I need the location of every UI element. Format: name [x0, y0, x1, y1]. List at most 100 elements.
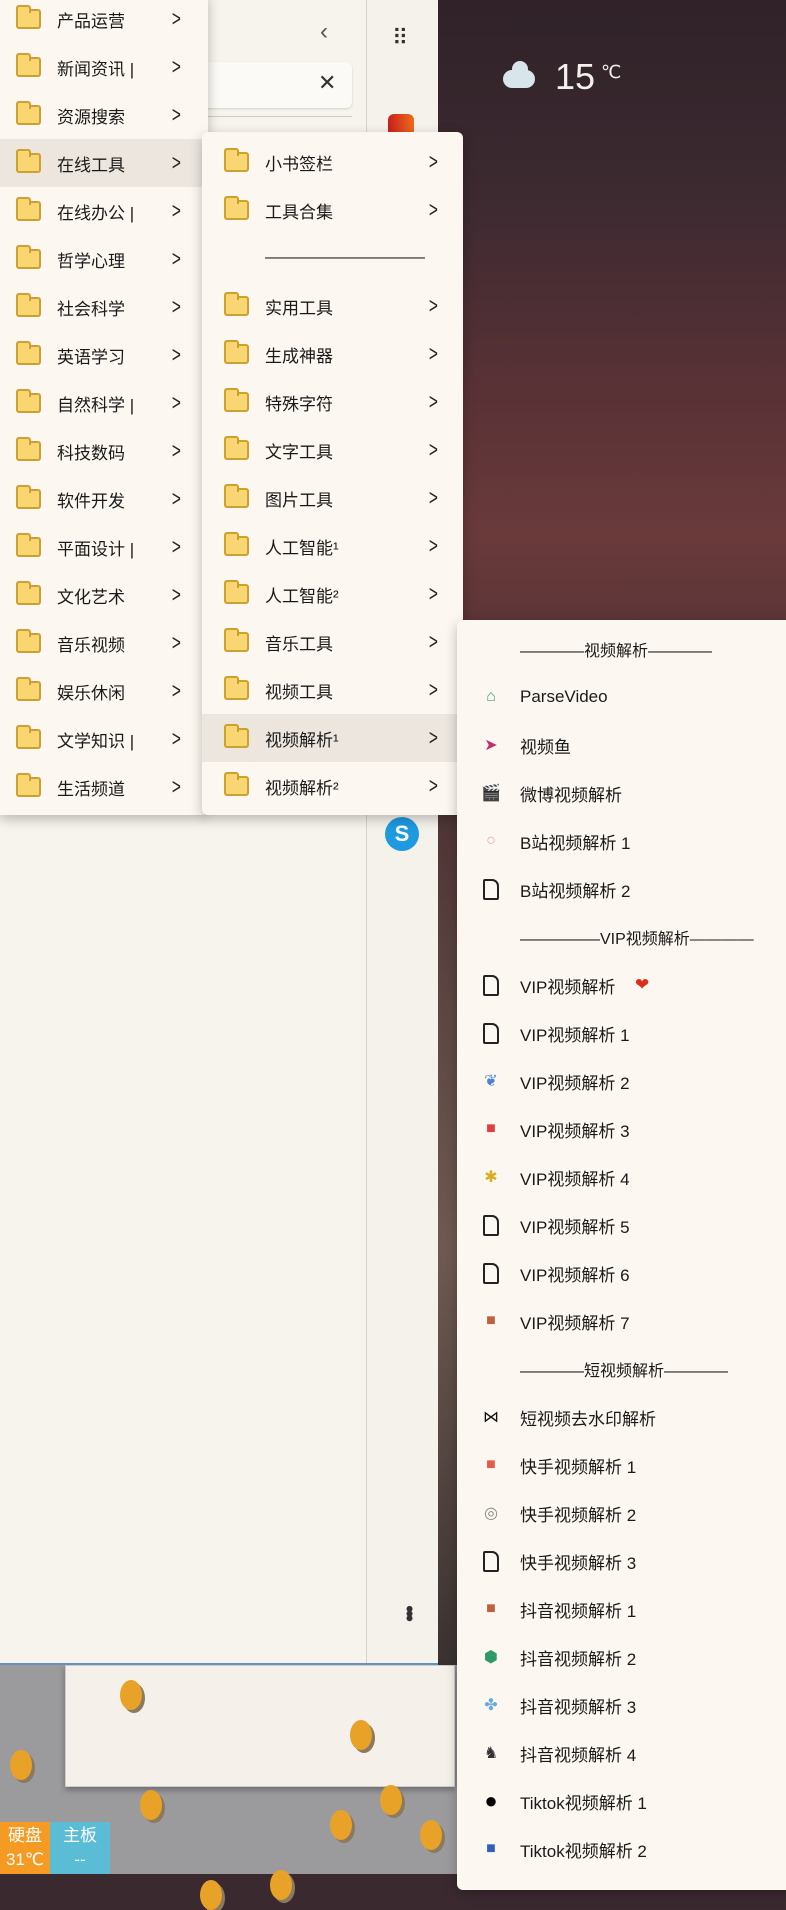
chevron-right-icon: > [171, 246, 181, 271]
submenu-item[interactable]: 实用工具 > [202, 282, 463, 330]
submenu-item[interactable]: 人工智能² > [202, 570, 463, 618]
chevron-right-icon: > [171, 534, 181, 559]
office-icon[interactable] [388, 114, 414, 132]
menu-item[interactable]: 音乐视频 > [0, 619, 208, 667]
submenu-item[interactable]: 视频解析² > [202, 762, 463, 810]
link-item[interactable]: 快手视频解析 3 [457, 1537, 786, 1585]
submenu-item-label: 人工智能² [265, 586, 339, 606]
menu-item[interactable]: 文化艺术 > [0, 571, 208, 619]
link-item[interactable]: ■ VIP视频解析 3 [457, 1105, 786, 1153]
link-item-label: VIP视频解析 3 [520, 1121, 630, 1141]
weather-widget[interactable]: 15 ℃ [503, 56, 621, 98]
wallpaper-dot [330, 1810, 352, 1840]
submenu-item[interactable]: 图片工具 > [202, 474, 463, 522]
link-item[interactable]: VIP视频解析 ❤ [457, 961, 786, 1009]
submenu-item[interactable]: 文字工具 > [202, 426, 463, 474]
weather-temp: 15 [555, 56, 596, 97]
folder-icon [16, 725, 41, 749]
menu-item[interactable]: 产品运营 > [0, 0, 208, 43]
menu-item-label: 新闻资讯 | [57, 59, 135, 79]
folder-icon [224, 484, 249, 508]
submenu-item[interactable]: 生成神器 > [202, 330, 463, 378]
menu-item[interactable]: 在线工具 > [0, 139, 208, 187]
link-item[interactable]: ➤ 视频鱼 [457, 721, 786, 769]
menu-item[interactable]: 哲学心理 > [0, 235, 208, 283]
apps-grid-icon[interactable]: ⠿ [392, 25, 408, 51]
submenu-item-label: 音乐工具 [265, 634, 333, 654]
submenu-item[interactable]: 音乐工具 > [202, 618, 463, 666]
menu-item[interactable]: 自然科学 | > [0, 379, 208, 427]
chevron-left-icon[interactable]: ‹ [320, 18, 328, 46]
link-item-label: 视频鱼 [520, 737, 571, 757]
menu-item[interactable]: 科技数码 > [0, 427, 208, 475]
submenu-item-label: 视频工具 [265, 682, 333, 702]
menu-item[interactable]: 在线办公 | > [0, 187, 208, 235]
clover-icon: ✤ [484, 1697, 498, 1714]
submenu-item[interactable]: 人工智能¹ > [202, 522, 463, 570]
more-vertical-icon[interactable]: ••• [396, 1605, 422, 1619]
chevron-right-icon: > [428, 293, 438, 318]
menu-item[interactable]: 英语学习 > [0, 331, 208, 379]
folder-icon [16, 485, 41, 509]
folder-icon [16, 293, 41, 317]
menu-item-label: 文学知识 | [57, 731, 135, 751]
link-item-label: VIP视频解析 1 [520, 1025, 630, 1045]
menu-item-label: 在线办公 | [57, 203, 135, 223]
menu-item-label: 平面设计 | [57, 539, 135, 559]
close-icon[interactable]: ✕ [318, 70, 336, 96]
play-arrow-icon: ➤ [484, 737, 498, 754]
online-tools-submenu: 小书签栏 > 工具合集 > —————————— 实用工具 > 生成神器 > 特殊字符 > 文字工具 >… [202, 132, 463, 815]
section-header-label: —————VIP视频解析———— [520, 931, 754, 948]
link-item[interactable]: ♞ 抖音视频解析 4 [457, 1729, 786, 1777]
menu-item[interactable]: 生活频道 > [0, 763, 208, 811]
link-item[interactable]: ⌂ ParseVideo [457, 673, 786, 721]
link-item-label: Tiktok视频解析 1 [520, 1793, 647, 1813]
link-item[interactable]: ■ VIP视频解析 7 [457, 1297, 786, 1345]
chevron-right-icon: > [171, 486, 181, 511]
link-item[interactable]: ⋈ 短视频去水印解析 [457, 1393, 786, 1441]
submenu-item[interactable]: 小书签栏 > [202, 138, 463, 186]
document-shape [483, 1214, 499, 1236]
menu-item[interactable]: 软件开发 > [0, 475, 208, 523]
link-item[interactable]: VIP视频解析 1 [457, 1009, 786, 1057]
document-icon [480, 1213, 502, 1237]
submenu-item[interactable]: 工具合集 > [202, 186, 463, 234]
chevron-right-icon: > [171, 630, 181, 655]
submenu-item[interactable]: 特殊字符 > [202, 378, 463, 426]
menu-item[interactable]: 文学知识 | > [0, 715, 208, 763]
link-item[interactable]: ⬢ 抖音视频解析 2 [457, 1633, 786, 1681]
link-item[interactable]: ■ Tiktok视频解析 2 [457, 1825, 786, 1873]
link-item[interactable]: ■ 快手视频解析 1 [457, 1441, 786, 1489]
link-item[interactable]: ◎ 快手视频解析 2 [457, 1489, 786, 1537]
link-item[interactable]: ● Tiktok视频解析 1 [457, 1777, 786, 1825]
menu-item[interactable]: 新闻资讯 | > [0, 43, 208, 91]
menu-item[interactable]: 平面设计 | > [0, 523, 208, 571]
link-item[interactable]: 🎬 微博视频解析 [457, 769, 786, 817]
link-item[interactable]: ○ B站视频解析 1 [457, 817, 786, 865]
folder-icon [224, 772, 249, 796]
folder-icon [16, 629, 41, 653]
link-item[interactable]: VIP视频解析 5 [457, 1201, 786, 1249]
folder-icon [16, 389, 41, 413]
chevron-right-icon: > [171, 342, 181, 367]
menu-item[interactable]: 资源搜索 > [0, 91, 208, 139]
link-item[interactable]: ■ 抖音视频解析 1 [457, 1585, 786, 1633]
link-item[interactable]: ✱ VIP视频解析 4 [457, 1153, 786, 1201]
folder-icon [16, 341, 41, 365]
submenu-item[interactable]: 视频工具 > [202, 666, 463, 714]
blue-square-icon: ■ [486, 1840, 496, 1857]
link-item[interactable]: ❦ VIP视频解析 2 [457, 1057, 786, 1105]
link-item[interactable]: ✤ 抖音视频解析 3 [457, 1681, 786, 1729]
link-item[interactable]: VIP视频解析 6 [457, 1249, 786, 1297]
menu-item[interactable]: 社会科学 > [0, 283, 208, 331]
link-item-label: 快手视频解析 2 [520, 1505, 637, 1525]
board-value: -- [74, 1850, 86, 1869]
submenu-item-label: 实用工具 [265, 298, 333, 318]
feather-icon: ❦ [484, 1073, 498, 1090]
menu-item[interactable]: 娱乐休闲 > [0, 667, 208, 715]
folder-icon [16, 197, 41, 221]
submenu-item[interactable]: 视频解析¹ > [202, 714, 463, 762]
skype-icon[interactable]: S [385, 817, 419, 851]
link-item[interactable]: B站视频解析 2 [457, 865, 786, 913]
submenu-item-label: 工具合集 [265, 202, 333, 222]
